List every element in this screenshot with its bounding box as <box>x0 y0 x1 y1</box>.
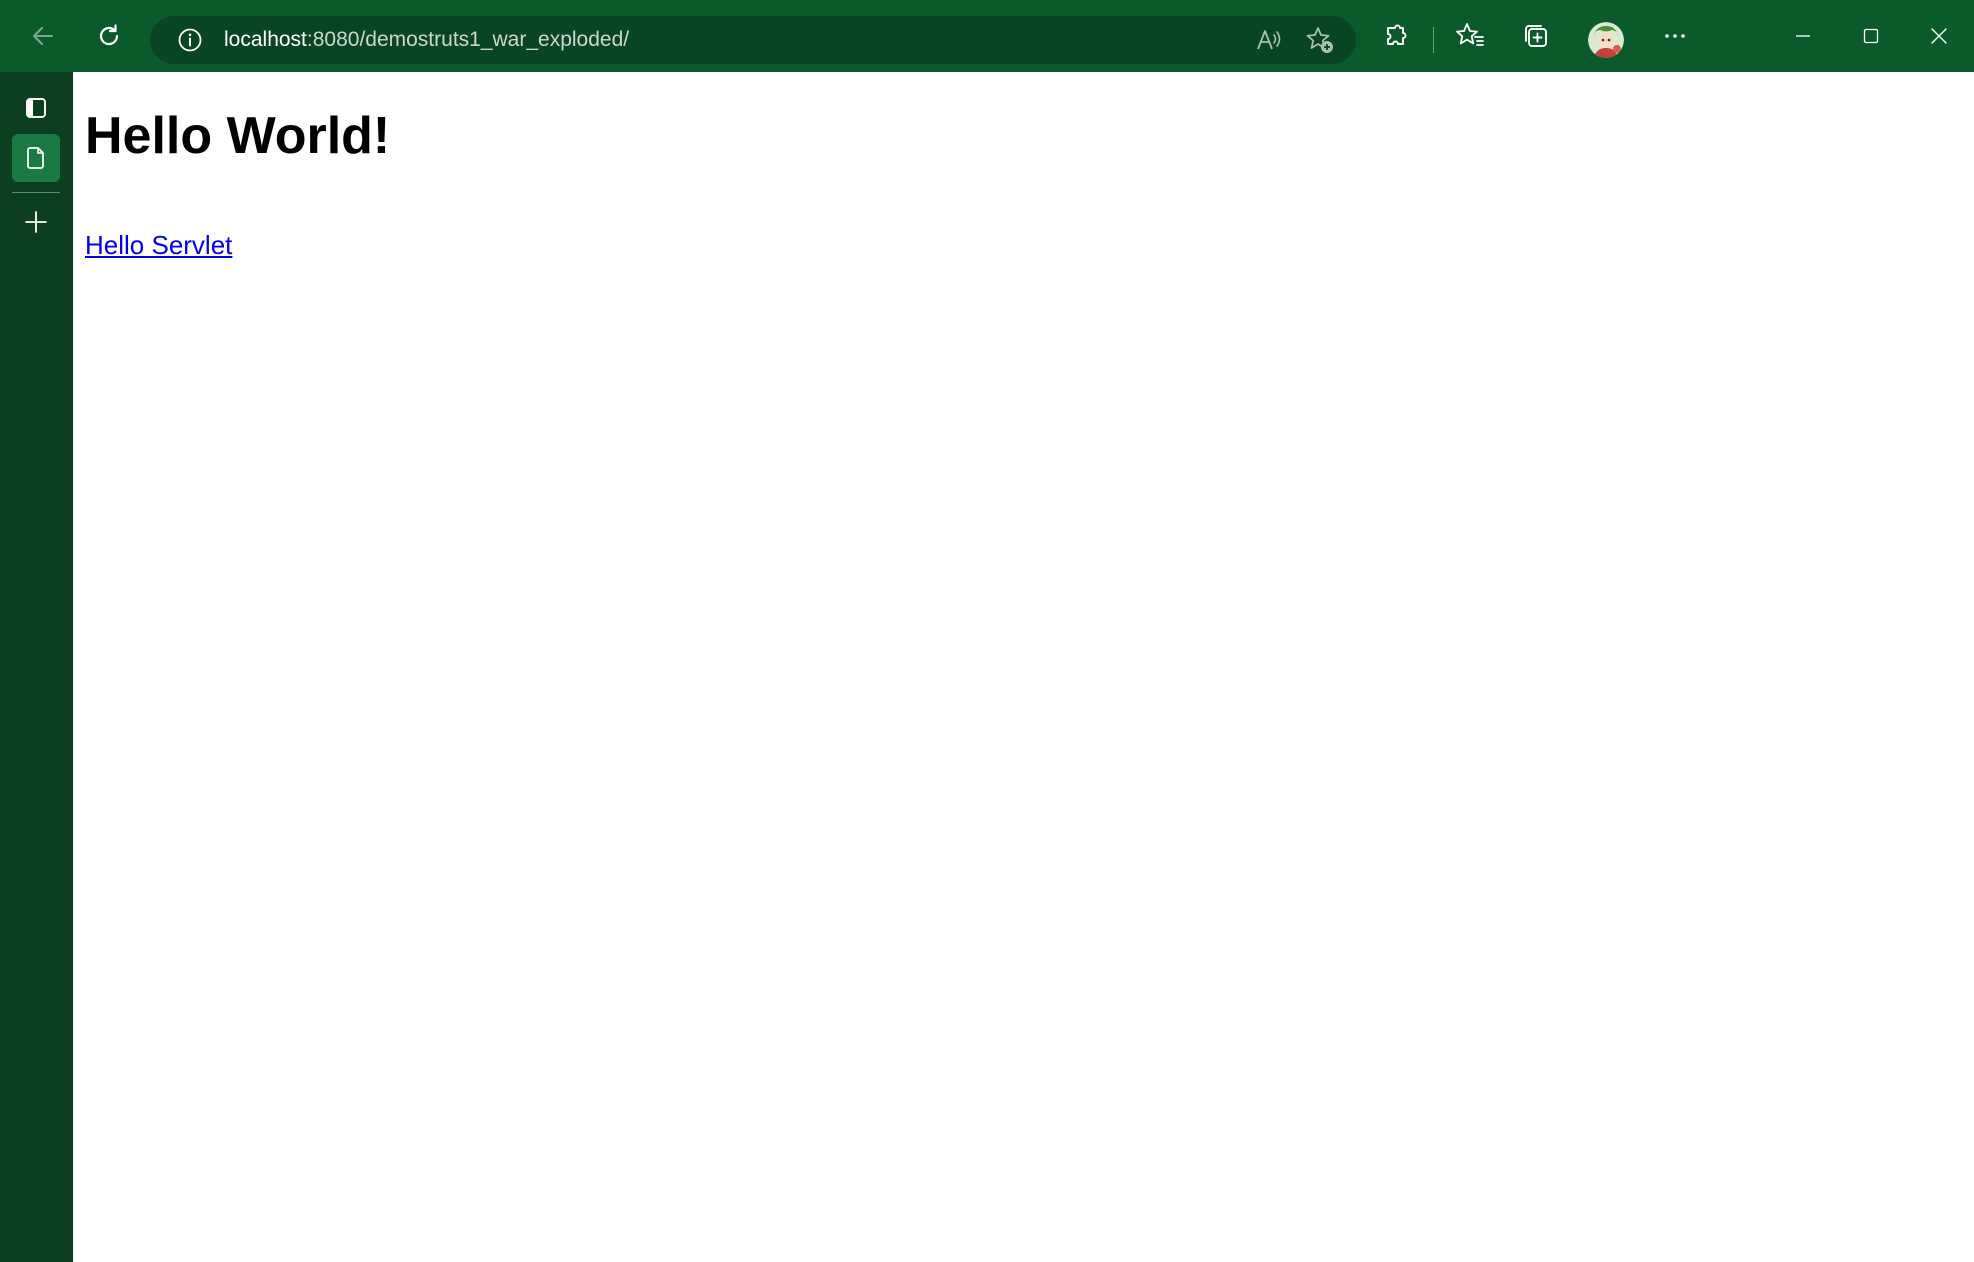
hello-servlet-link[interactable]: Hello Servlet <box>85 230 232 261</box>
more-button[interactable] <box>1651 12 1699 60</box>
maximize-button[interactable] <box>1847 12 1895 60</box>
profile-avatar-icon <box>1588 22 1624 58</box>
vertical-tabs-sidebar <box>0 72 73 1262</box>
toolbar-divider <box>1433 27 1434 53</box>
refresh-icon <box>99 24 119 46</box>
minimize-icon <box>1796 35 1810 37</box>
url-host: localhost <box>224 28 307 51</box>
site-info-icon <box>178 28 202 52</box>
sidebar-divider <box>12 192 60 193</box>
close-icon <box>1931 28 1947 44</box>
more-icon <box>1665 34 1685 38</box>
tab-actions-icon <box>26 98 46 118</box>
read-aloud-icon <box>1257 30 1281 50</box>
extensions-button[interactable] <box>1373 12 1421 60</box>
add-favorite-icon <box>1306 27 1333 53</box>
page-title: Hello World! <box>85 107 391 165</box>
profile-avatar[interactable] <box>1588 22 1624 58</box>
maximize-icon <box>1863 28 1879 44</box>
extensions-icon <box>1387 24 1407 45</box>
new-tab-icon <box>25 211 47 233</box>
back-arrow-icon <box>33 27 53 45</box>
page-tab-icon <box>27 147 44 169</box>
browser-toolbar: localhost:8080/demostruts1_war_exploded/ <box>0 0 1974 72</box>
favorites-button[interactable] <box>1446 12 1494 60</box>
address-bar[interactable]: localhost:8080/demostruts1_war_exploded/ <box>150 16 1356 64</box>
back-button[interactable] <box>19 12 67 60</box>
collections-icon <box>1525 25 1547 47</box>
refresh-button[interactable] <box>85 12 133 60</box>
tab-current-page[interactable] <box>12 134 60 182</box>
add-favorite-button[interactable] <box>1296 16 1344 64</box>
url-path: :8080/demostruts1_war_exploded/ <box>306 28 630 51</box>
browser-window: localhost:8080/demostruts1_war_exploded/ <box>0 0 1974 1262</box>
new-tab-button[interactable] <box>12 198 60 246</box>
page-content: Hello World! Hello Servlet <box>73 72 1974 1262</box>
tab-actions-button[interactable] <box>12 84 60 132</box>
collections-button[interactable] <box>1512 12 1560 60</box>
url-text[interactable]: localhost:8080/demostruts1_war_exploded/ <box>224 16 629 64</box>
close-button[interactable] <box>1915 12 1963 60</box>
favorites-icon <box>1456 23 1484 46</box>
minimize-button[interactable] <box>1779 12 1827 60</box>
read-aloud-button[interactable] <box>1244 16 1292 64</box>
site-info-button[interactable] <box>166 16 214 64</box>
